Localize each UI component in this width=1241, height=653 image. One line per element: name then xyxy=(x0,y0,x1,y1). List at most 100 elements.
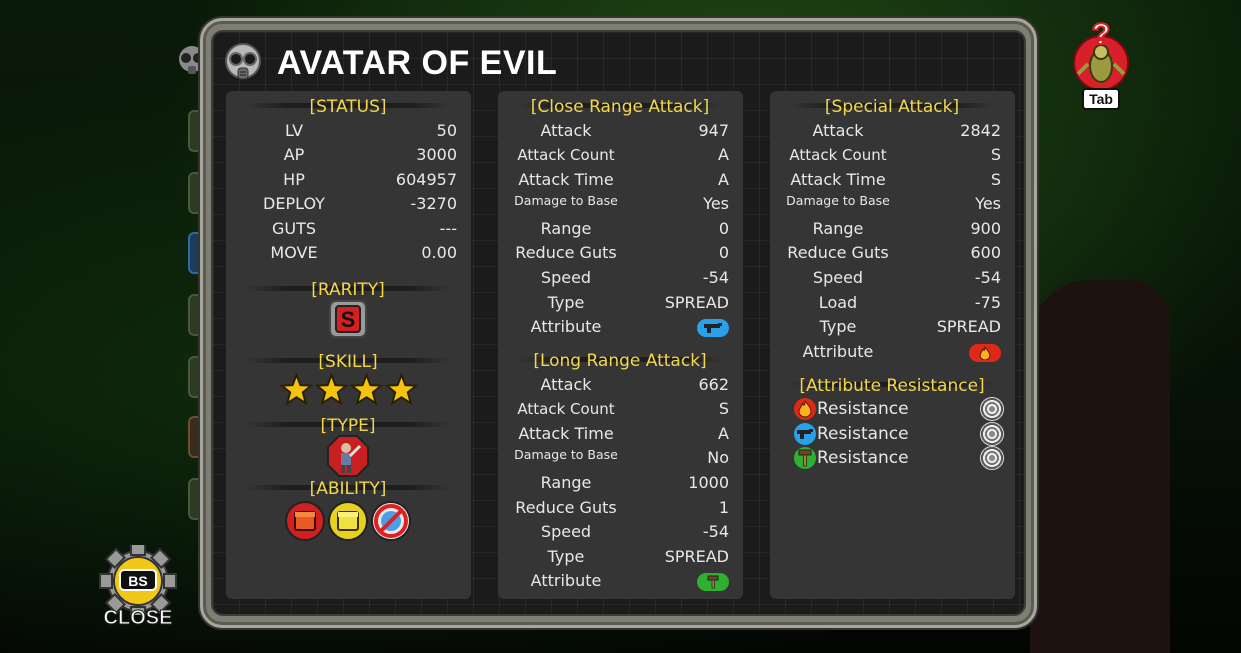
yellow-block-ability-icon xyxy=(328,501,368,541)
row-label: Type xyxy=(547,293,585,312)
skill-heading: [SKILL] xyxy=(318,352,378,372)
stat-label: HP xyxy=(283,170,305,189)
long-guts-row: Reduce Guts 1 xyxy=(498,496,743,520)
help-question-mark: ? xyxy=(1092,18,1110,51)
attack-panel: [Close Range Attack] Attack 947 Attack C… xyxy=(498,91,743,599)
long-speed-row: Speed -54 xyxy=(498,520,743,544)
hammer-resistance-row: Resistance xyxy=(794,446,1004,470)
close-speed-row: Speed -54 xyxy=(498,266,743,290)
resistance-label: Resistance xyxy=(817,399,909,419)
special-guts-row: Reduce Guts 600 xyxy=(770,241,1015,265)
stat-label: LV xyxy=(284,121,304,140)
type-heading: [TYPE] xyxy=(320,416,376,436)
stat-row-ap: AP 3000 xyxy=(226,143,471,167)
row-value: 900 xyxy=(970,219,1001,238)
resistance-heading: [Attribute Resistance] xyxy=(799,376,985,396)
special-load-row: Load -75 xyxy=(770,291,1015,315)
ability-list xyxy=(284,500,412,542)
close-button[interactable]: BS CLOSE xyxy=(95,542,181,635)
fire-resistance-row: Resistance xyxy=(794,397,1004,421)
close-label: CLOSE xyxy=(103,607,173,630)
row-value: No xyxy=(707,448,729,467)
fire-icon xyxy=(794,398,816,420)
gear-icon: BS xyxy=(99,542,177,620)
gun-resistance-row: Resistance xyxy=(794,422,1004,446)
stat-label: MOVE xyxy=(270,243,318,262)
skill-stars xyxy=(280,373,420,407)
row-value: 600 xyxy=(970,243,1001,262)
hammer-icon xyxy=(794,447,816,469)
row-label: Attack xyxy=(540,121,592,140)
long-type-row: Type SPREAD xyxy=(498,545,743,569)
stat-value: --- xyxy=(439,219,457,238)
special-count-row: Attack Count S xyxy=(770,143,1015,167)
tab-help-button[interactable]: ? Tab xyxy=(1066,17,1136,113)
stat-label: AP xyxy=(283,145,305,164)
stat-row-deploy: DEPLOY -3270 xyxy=(226,192,471,216)
red-block-ability-icon xyxy=(285,501,325,541)
stat-row-lv: LV 50 xyxy=(226,119,471,143)
row-value: 0 xyxy=(718,219,729,238)
special-speed-row: Speed -54 xyxy=(770,266,1015,290)
stat-value: -3270 xyxy=(410,194,458,213)
row-value: -54 xyxy=(702,268,729,287)
star-icon xyxy=(315,373,348,406)
row-label: Type xyxy=(547,547,585,566)
row-label: Range xyxy=(540,473,592,492)
gun-icon xyxy=(697,319,729,337)
close-range-row: Range 0 xyxy=(498,217,743,241)
close-range-heading: [Close Range Attack] xyxy=(530,97,710,117)
row-value: SPREAD xyxy=(664,547,729,566)
gun-icon xyxy=(794,423,816,445)
close-attack-row: Attack 947 xyxy=(498,119,743,143)
row-label: Attack Count xyxy=(789,146,887,164)
gas-mask-icon xyxy=(225,43,261,80)
row-label: Damage to Base xyxy=(786,193,890,208)
special-dmg-row: Damage to Base Yes xyxy=(770,192,1015,216)
row-label: Speed xyxy=(540,268,592,287)
stat-value: 3000 xyxy=(416,145,457,164)
row-label: Load xyxy=(818,293,858,312)
resistance-level-icon xyxy=(980,397,1004,421)
row-value: 947 xyxy=(698,121,729,140)
row-value: -75 xyxy=(974,293,1001,312)
grade-value: S xyxy=(990,170,1001,189)
row-label: Speed xyxy=(812,268,864,287)
long-attack-row: Attack 662 xyxy=(498,373,743,397)
no-freeze-ability-icon xyxy=(371,501,411,541)
row-label: Attack Count xyxy=(517,400,615,418)
special-panel: [Special Attack] Attack 2842 Attack Coun… xyxy=(770,91,1015,599)
special-type-row: Type SPREAD xyxy=(770,315,1015,339)
row-label: Damage to Base xyxy=(514,193,618,208)
page-title: AVATAR OF EVIL xyxy=(277,44,558,82)
soldier-type-icon xyxy=(327,435,369,477)
stat-label: DEPLOY xyxy=(263,194,325,213)
stat-row-hp: HP 604957 xyxy=(226,168,471,192)
ability-heading: [ABILITY] xyxy=(309,479,387,499)
resistance-label: Resistance xyxy=(817,424,909,444)
row-label: Range xyxy=(540,219,592,238)
long-range-heading: [Long Range Attack] xyxy=(533,351,707,371)
resistance-label: Resistance xyxy=(817,448,909,468)
special-attack-row: Attack 2842 xyxy=(770,119,1015,143)
tab-key-label: Tab xyxy=(1082,88,1120,110)
hammer-icon xyxy=(697,573,729,591)
special-attr-row: Attribute xyxy=(770,340,1015,364)
row-value: 0 xyxy=(718,243,729,262)
row-value: -54 xyxy=(974,268,1001,287)
rarity-s-icon: S xyxy=(329,300,367,338)
close-count-row: Attack Count A xyxy=(498,143,743,167)
close-key-label: BS xyxy=(128,573,147,589)
star-icon xyxy=(385,373,418,406)
row-label: Range xyxy=(812,219,864,238)
row-label: Reduce Guts xyxy=(787,243,889,262)
grade-value: A xyxy=(718,145,729,164)
row-value: 662 xyxy=(698,375,729,394)
grade-value: A xyxy=(718,170,729,189)
stat-row-guts: GUTS --- xyxy=(226,217,471,241)
stat-value: 0.00 xyxy=(421,243,457,262)
stat-row-move: MOVE 0.00 xyxy=(226,241,471,265)
long-dmg-row: Damage to Base No xyxy=(498,446,743,470)
row-label: Reduce Guts xyxy=(515,498,617,517)
row-value: Yes xyxy=(703,194,729,213)
